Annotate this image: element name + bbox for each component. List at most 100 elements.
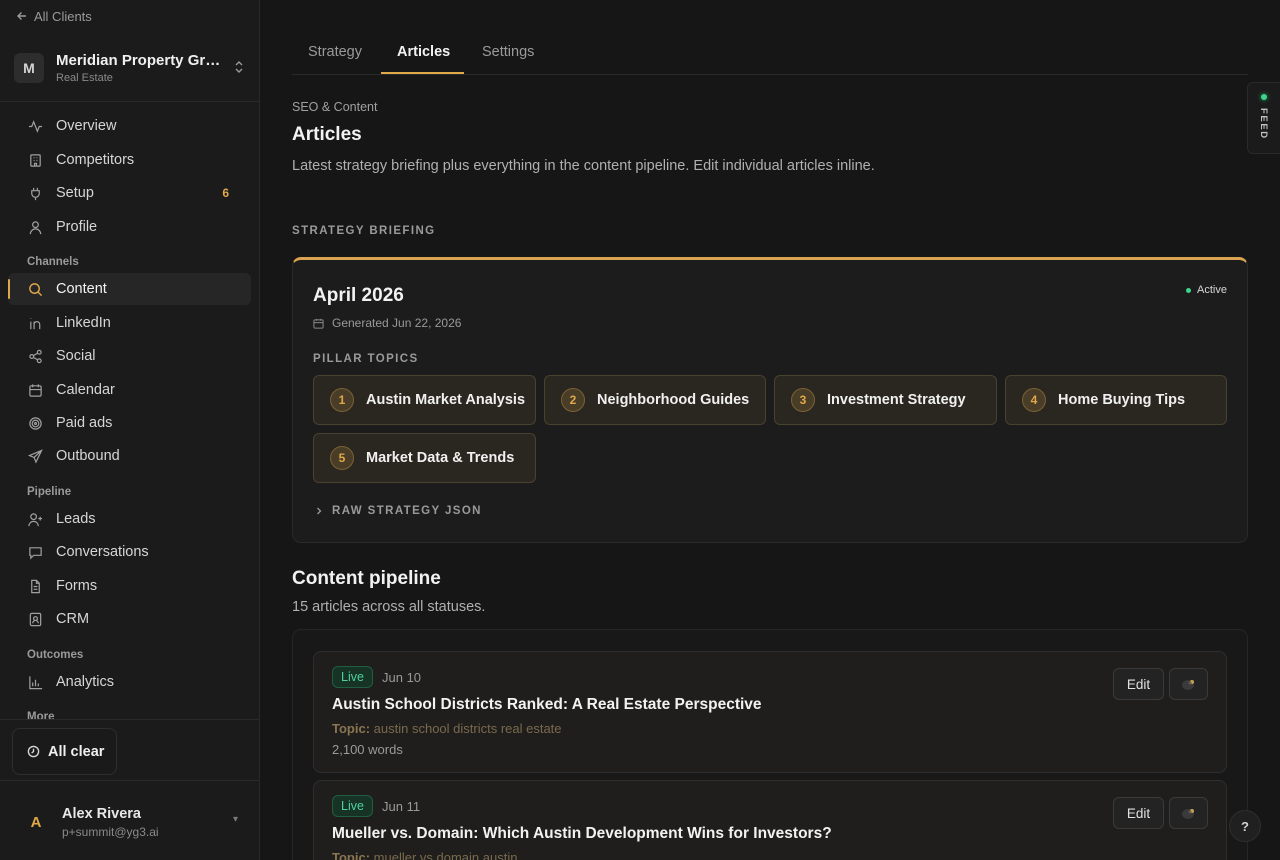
file-text-icon xyxy=(31,579,40,593)
pillar-topics-label: PILLAR TOPICS xyxy=(313,353,419,365)
nav-item-conversations[interactable]: Conversations xyxy=(8,536,251,568)
user-icon xyxy=(29,220,42,234)
pillar-label: Market Data & Trends xyxy=(366,450,515,466)
pillar-number: 2 xyxy=(561,388,585,412)
client-industry: Real Estate xyxy=(56,72,113,84)
tab-settings[interactable]: Settings xyxy=(482,44,534,60)
briefing-title: April 2026 xyxy=(313,285,404,306)
nav-section-more: More xyxy=(27,711,55,719)
nav-label: Forms xyxy=(56,578,98,594)
strategy-briefing-card: April 2026 Generated Jun 22, 2026 Active… xyxy=(292,257,1248,543)
nav-label: Profile xyxy=(56,219,98,235)
pillar-label: Neighborhood Guides xyxy=(597,392,750,408)
feed-label: FEED xyxy=(1258,108,1269,140)
setup-count-badge: 6 xyxy=(222,186,229,200)
nav-item-analytics[interactable]: Analytics xyxy=(8,666,251,698)
nav-item-crm[interactable]: CRM xyxy=(8,603,251,635)
article-preview-button[interactable] xyxy=(1169,668,1208,700)
nav-item-linkedin[interactable]: LinkedIn xyxy=(8,307,251,339)
nav-item-competitors[interactable]: Competitors xyxy=(8,144,251,176)
image-thumb-icon xyxy=(1181,680,1194,690)
nav-item-leads[interactable]: Leads xyxy=(8,503,251,535)
article-topic: Topic: austin school districts real esta… xyxy=(332,721,562,736)
pillar-number: 5 xyxy=(330,446,354,470)
article-title: Mueller vs. Domain: Which Austin Develop… xyxy=(332,825,832,842)
article-preview-button[interactable] xyxy=(1169,797,1208,829)
linkedin-icon xyxy=(30,317,41,329)
nav-item-overview[interactable]: Overview xyxy=(8,110,251,142)
pipeline-title: Content pipeline xyxy=(292,568,441,589)
topic-value: austin school districts real estate xyxy=(373,721,562,736)
status-label: Active xyxy=(1197,284,1227,296)
edit-article-button[interactable]: Edit xyxy=(1113,668,1164,700)
help-button[interactable]: ? xyxy=(1229,810,1261,842)
nav-item-paid-ads[interactable]: Paid ads xyxy=(8,407,251,439)
topic-prefix: Topic: xyxy=(332,721,371,736)
nav-item-outbound[interactable]: Outbound xyxy=(8,440,251,472)
pillar-number: 1 xyxy=(330,388,354,412)
nav-section-pipeline: Pipeline xyxy=(27,486,72,498)
nav-label: Social xyxy=(56,348,96,364)
divider xyxy=(0,101,259,102)
pillar-topic-chip: 2 Neighborhood Guides xyxy=(544,375,766,425)
article-date: Jun 10 xyxy=(382,670,422,685)
nav-item-setup[interactable]: Setup 6 xyxy=(8,177,251,209)
contact-icon xyxy=(29,612,42,626)
pipeline-list: Live Jun 10 Austin School Districts Rank… xyxy=(292,629,1248,860)
active-tab-indicator xyxy=(381,72,464,74)
nav-item-calendar[interactable]: Calendar xyxy=(8,374,251,406)
nav-item-profile[interactable]: Profile xyxy=(8,211,251,243)
briefing-generated: Generated Jun 22, 2026 xyxy=(313,316,461,330)
status-badge-live: Live xyxy=(332,666,373,688)
nav-label: Paid ads xyxy=(56,415,113,431)
nav-label: Calendar xyxy=(56,382,115,398)
article-card[interactable]: Live Jun 11 Mueller vs. Domain: Which Au… xyxy=(313,780,1227,860)
send-icon xyxy=(28,448,43,464)
nav-label: Analytics xyxy=(56,674,115,690)
back-link-label: All Clients xyxy=(34,8,92,24)
strategy-briefing-label: STRATEGY BRIEFING xyxy=(292,225,436,237)
pillar-number: 4 xyxy=(1022,388,1046,412)
divider xyxy=(0,719,259,720)
nav-item-content[interactable]: Content xyxy=(8,273,251,305)
calendar-icon xyxy=(29,383,42,397)
nav-item-social[interactable]: Social xyxy=(8,340,251,372)
nav-item-forms[interactable]: Forms xyxy=(8,570,251,602)
article-title: Austin School Districts Ranked: A Real E… xyxy=(332,696,762,713)
chevron-right-icon xyxy=(317,507,322,515)
nav-label: CRM xyxy=(56,611,90,627)
user-email: p+summit@yg3.ai xyxy=(62,824,159,839)
article-card[interactable]: Live Jun 10 Austin School Districts Rank… xyxy=(313,651,1227,773)
article-word-count: 2,100 words xyxy=(332,742,403,757)
nav-label: Outbound xyxy=(56,448,120,464)
tab-strategy[interactable]: Strategy xyxy=(308,44,362,60)
tab-articles[interactable]: Articles xyxy=(397,44,450,60)
page-eyebrow: SEO & Content xyxy=(292,100,378,114)
back-to-clients-link[interactable]: All Clients xyxy=(16,8,92,24)
pillar-label: Home Buying Tips xyxy=(1058,392,1186,408)
nav-clip: More xyxy=(0,708,259,719)
nav-label: Leads xyxy=(56,511,96,527)
feed-panel-toggle[interactable]: FEED xyxy=(1247,82,1280,154)
client-switcher[interactable]: M Meridian Property Group Real Estate xyxy=(14,50,246,86)
page-description: Latest strategy briefing plus everything… xyxy=(292,158,875,174)
pillar-number: 3 xyxy=(791,388,815,412)
search-icon xyxy=(29,282,43,296)
clock-icon xyxy=(27,745,40,758)
raw-strategy-json-toggle[interactable]: RAW STRATEGY JSON xyxy=(315,505,482,517)
edit-article-button[interactable]: Edit xyxy=(1113,797,1164,829)
image-thumb-icon xyxy=(1181,809,1194,819)
nav-section-channels: Channels xyxy=(27,256,79,268)
user-menu[interactable]: A Alex Rivera p+summit@yg3.ai ▾ xyxy=(24,802,244,842)
calendar-icon xyxy=(313,318,324,329)
nav-label: Setup xyxy=(56,185,94,201)
status-badge-live: Live xyxy=(332,795,373,817)
pillar-topic-chip: 5 Market Data & Trends xyxy=(313,433,536,483)
pillar-topic-chip: 3 Investment Strategy xyxy=(774,375,997,425)
nav-label: Conversations xyxy=(56,544,149,560)
nav-label: Content xyxy=(56,281,107,297)
article-topic: Topic: mueller vs domain austin xyxy=(332,850,517,860)
target-icon xyxy=(29,416,42,430)
status-all-clear-button[interactable]: All clear xyxy=(12,728,117,775)
tab-bar: Strategy Articles Settings xyxy=(292,30,1248,75)
